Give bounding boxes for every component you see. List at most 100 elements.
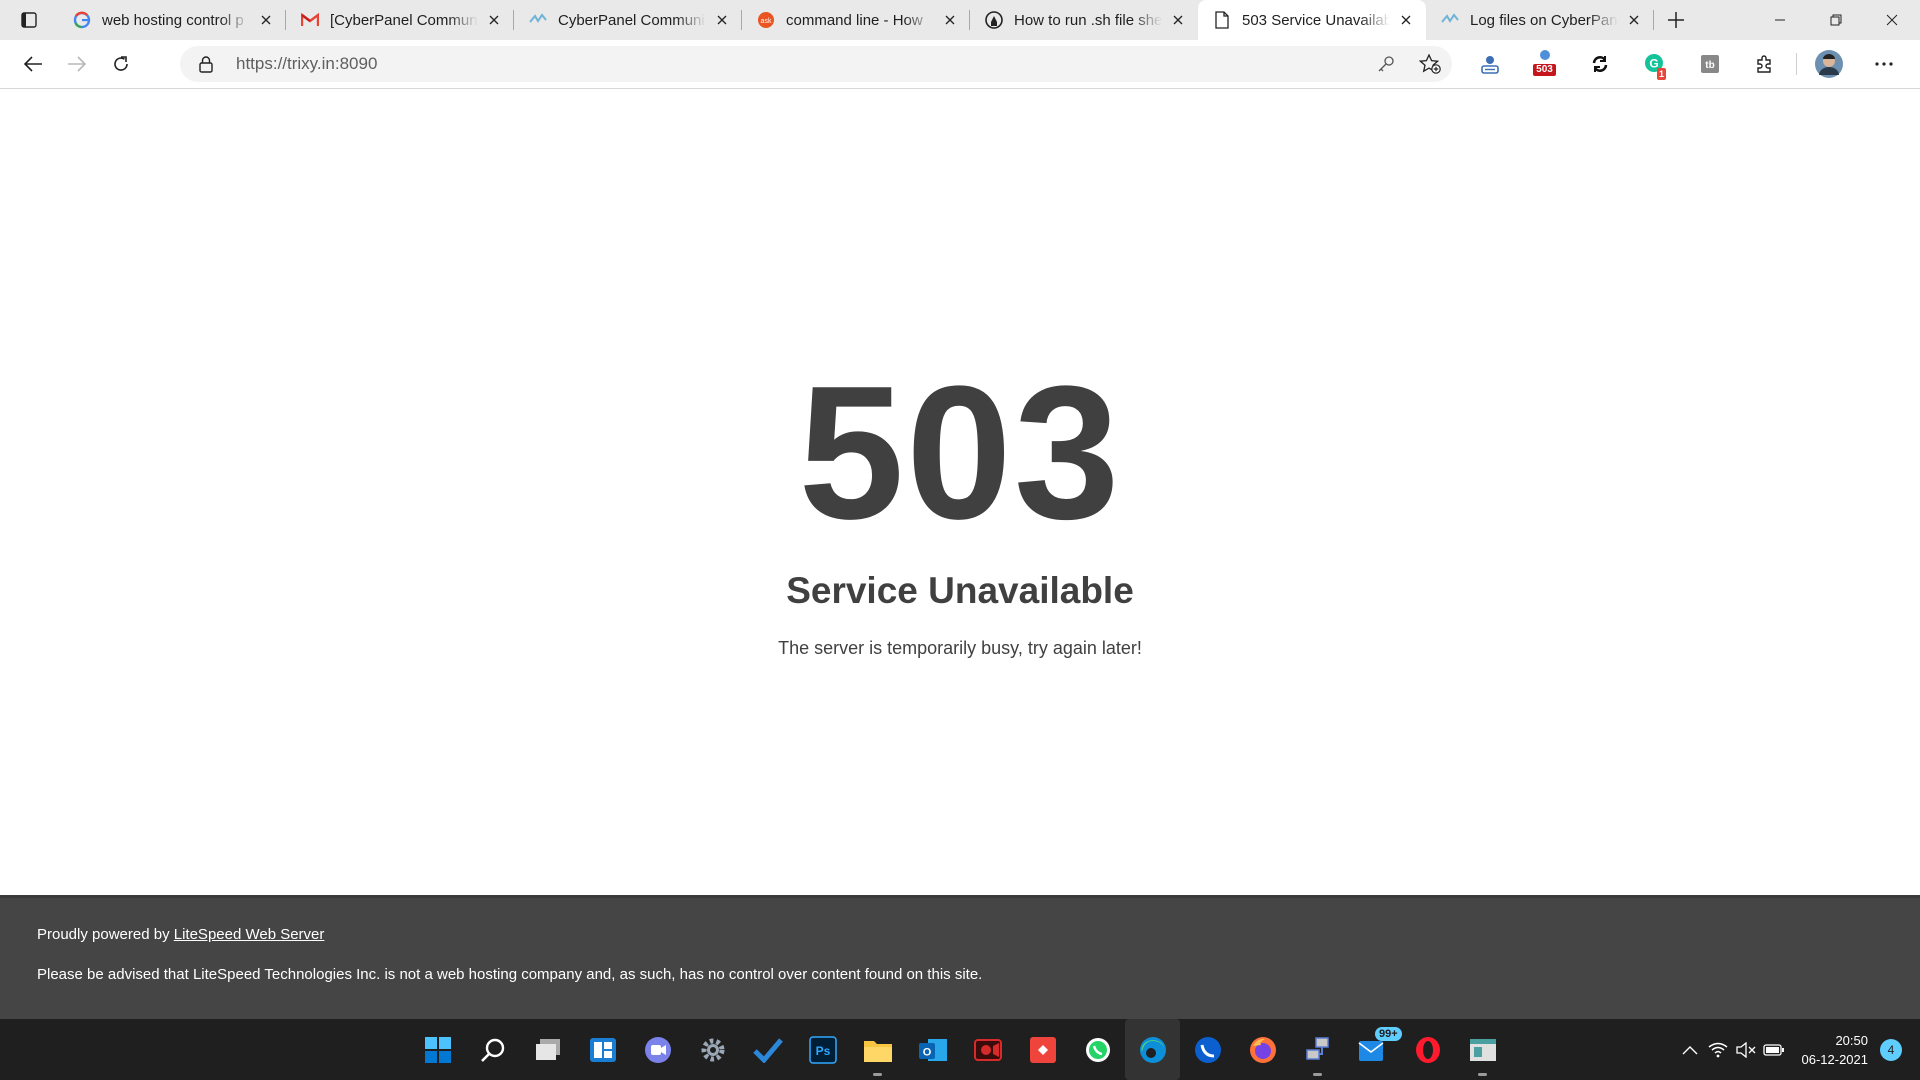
gmail-icon [300, 10, 320, 30]
tab-log-files[interactable]: Log files on CyberPan [1426, 0, 1654, 40]
grammarly-badge: 1 [1657, 68, 1667, 80]
photoshop-button[interactable]: Ps [795, 1019, 850, 1080]
address-bar[interactable]: https://trixy.in:8090 [180, 46, 1452, 82]
clock-date: 06-12-2021 [1801, 1051, 1869, 1067]
plus-icon [1668, 12, 1684, 28]
settings-menu-button[interactable] [1856, 44, 1911, 84]
error-code: 503 [798, 347, 1122, 559]
whatsapp-button[interactable] [1070, 1019, 1125, 1080]
window-controls [1752, 0, 1920, 40]
tab-gmail[interactable]: [CyberPanel Commun [286, 0, 514, 40]
extension-sync-icon[interactable] [1572, 44, 1627, 84]
clock-time: 20:50 [1835, 1032, 1868, 1048]
tab-title: command line - How [786, 11, 923, 29]
reload-icon [114, 56, 128, 71]
volume-muted-icon[interactable] [1732, 1036, 1760, 1064]
tab-actions-icon [21, 12, 37, 28]
notepad-button[interactable] [1455, 1019, 1510, 1080]
page-icon [1212, 10, 1232, 30]
file-explorer-button[interactable] [850, 1019, 905, 1080]
tab-title: How to run .sh file she [1014, 11, 1162, 29]
mail-button[interactable]: 99+ [1345, 1019, 1402, 1080]
start-button[interactable] [410, 1019, 465, 1080]
chevron-up-icon[interactable] [1676, 1036, 1704, 1064]
firefox-button[interactable] [1235, 1019, 1290, 1080]
google-icon [72, 10, 92, 30]
battery-icon[interactable] [1760, 1036, 1788, 1064]
profile-avatar[interactable] [1801, 44, 1856, 84]
recorder-icon [973, 1038, 1002, 1061]
extension-grammarly-icon[interactable]: G 1 [1627, 44, 1682, 84]
tab-actions-button[interactable] [0, 0, 58, 40]
close-tab-icon[interactable] [1168, 10, 1188, 30]
close-tab-icon[interactable] [712, 10, 732, 30]
lock-icon[interactable] [186, 55, 226, 73]
settings-app-button[interactable] [685, 1019, 740, 1080]
key-icon[interactable] [1364, 46, 1408, 82]
extensions-row: 503 G 1 tb [1462, 44, 1911, 84]
tab-strip: web hosting control p [CyberPanel Commun… [0, 0, 1920, 40]
litespeed-link[interactable]: LiteSpeed Web Server [174, 926, 325, 943]
wifi-icon[interactable] [1704, 1036, 1732, 1064]
anydesk-icon [1029, 1036, 1056, 1063]
widgets-icon [589, 1037, 616, 1062]
close-window-button[interactable] [1864, 0, 1920, 40]
close-tab-icon[interactable] [940, 10, 960, 30]
tab-cyberpanel-community[interactable]: CyberPanel Communi [514, 0, 742, 40]
extension-tb-icon[interactable]: tb [1682, 44, 1737, 84]
anydesk-button[interactable] [1015, 1019, 1070, 1080]
outlook-button[interactable]: O [905, 1019, 960, 1080]
teams-chat-button[interactable] [630, 1019, 685, 1080]
new-tab-button[interactable] [1654, 0, 1698, 40]
minimize-button[interactable] [1752, 0, 1808, 40]
search-button[interactable] [465, 1019, 520, 1080]
windows-icon [424, 1036, 451, 1063]
extension-user-icon[interactable] [1462, 44, 1517, 84]
forward-button[interactable] [55, 44, 99, 84]
error-headline: Service Unavailable [786, 570, 1134, 611]
browser-toolbar: https://trixy.in:8090 503 G 1 tb [0, 40, 1920, 89]
search-icon [480, 1038, 504, 1062]
task-view-button[interactable] [520, 1019, 575, 1080]
tab-503-active[interactable]: 503 Service Unavailab [1198, 0, 1426, 40]
notification-count-badge[interactable]: 4 [1880, 1038, 1902, 1061]
network-app-button[interactable] [1290, 1019, 1345, 1080]
tab-askubuntu[interactable]: ask command line - How [742, 0, 970, 40]
tab-google[interactable]: web hosting control p [58, 0, 286, 40]
reload-button[interactable] [99, 44, 143, 84]
status-badge: 503 [1533, 64, 1556, 76]
whatsapp-icon [1085, 1037, 1110, 1062]
restore-button[interactable] [1808, 0, 1864, 40]
edge-icon [1139, 1036, 1166, 1063]
todo-button[interactable] [740, 1019, 795, 1080]
arrow-left-icon [23, 56, 42, 72]
close-tab-icon[interactable] [484, 10, 504, 30]
svg-text:O: O [922, 1046, 931, 1058]
photoshop-icon: Ps [808, 1035, 837, 1064]
skype-button[interactable] [1180, 1019, 1235, 1080]
taskbar-apps: Ps O 99+ [410, 1019, 1510, 1080]
close-tab-icon[interactable] [1396, 10, 1416, 30]
back-button[interactable] [11, 44, 55, 84]
gear-icon [701, 1038, 724, 1061]
edge-button[interactable] [1125, 1019, 1180, 1080]
mail-badge: 99+ [1375, 1027, 1402, 1041]
opera-button[interactable] [1400, 1019, 1455, 1080]
cyberpanel-icon [528, 10, 548, 30]
clock[interactable]: 20:50 06-12-2021 [1802, 1031, 1869, 1069]
github-icon [984, 10, 1004, 30]
close-tab-icon[interactable] [256, 10, 276, 30]
page-footer: Proudly powered by LiteSpeed Web Server … [0, 895, 1920, 1019]
system-tray: 20:50 06-12-2021 4 [1676, 1019, 1920, 1080]
url-text[interactable]: https://trixy.in:8090 [236, 54, 1364, 74]
close-tab-icon[interactable] [1624, 10, 1644, 30]
screen-recorder-button[interactable] [960, 1019, 1015, 1080]
svg-text:Ps: Ps [815, 1044, 830, 1058]
widgets-button[interactable] [575, 1019, 630, 1080]
extensions-puzzle-icon[interactable] [1737, 44, 1792, 84]
arrow-right-icon [68, 56, 87, 72]
disclaimer-text: Please be advised that LiteSpeed Technol… [37, 966, 983, 983]
tab-github[interactable]: How to run .sh file she [970, 0, 1198, 40]
add-favorite-icon[interactable] [1408, 46, 1452, 82]
extension-status-503-icon[interactable]: 503 [1517, 44, 1572, 84]
